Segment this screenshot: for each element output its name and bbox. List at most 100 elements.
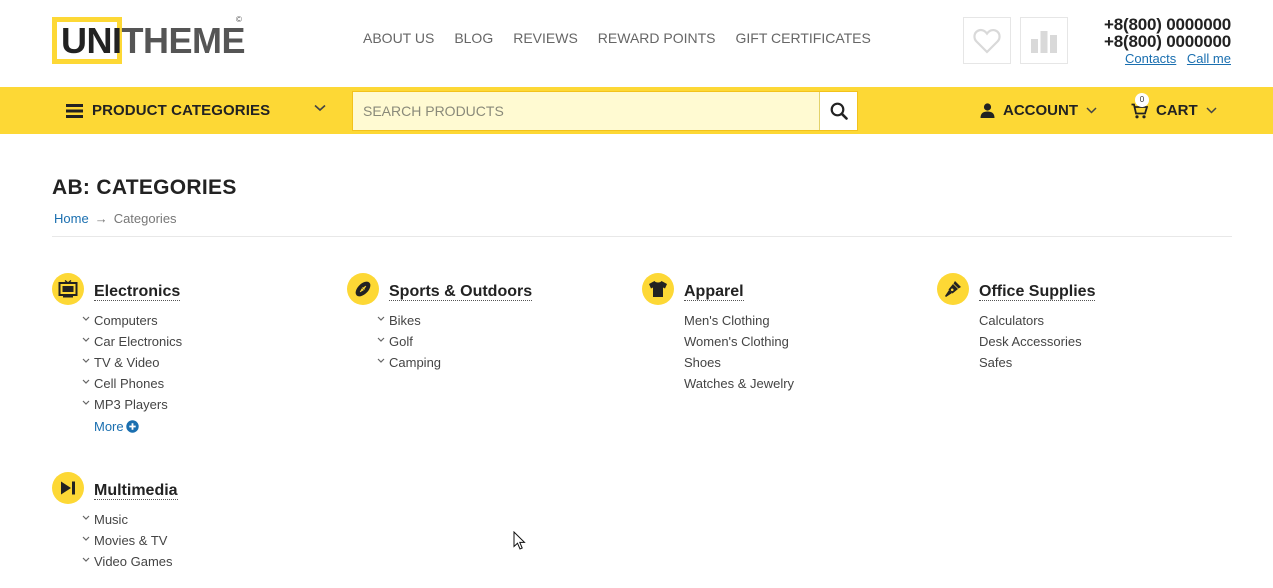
more-label: More: [94, 419, 124, 434]
subcategory-label: Music: [94, 512, 128, 527]
subcategory-car-electronics[interactable]: Car Electronics: [82, 331, 182, 352]
nav-about-us[interactable]: ABOUT US: [363, 30, 434, 46]
category-title-office-supplies[interactable]: Office Supplies: [979, 283, 1096, 301]
chevron-down-icon: [82, 557, 90, 562]
category-header: Apparel: [642, 273, 794, 305]
subcategory-music[interactable]: Music: [82, 509, 178, 530]
logo-text: UNITHEME: [61, 19, 245, 63]
chevron-down-icon: [82, 400, 90, 405]
search-icon: [830, 102, 848, 120]
nav-gift-certificates[interactable]: GIFT CERTIFICATES: [736, 30, 871, 46]
account-label: ACCOUNT: [1003, 102, 1078, 119]
page-title: AB: CATEGORIES: [52, 176, 237, 199]
category-title-apparel[interactable]: Apparel: [684, 283, 744, 301]
subcategory-label: TV & Video: [94, 355, 160, 370]
category-multimedia: Multimedia Music Movies & TV Video Games: [52, 472, 178, 572]
logo-copyright: ©: [236, 15, 242, 24]
nav-blog[interactable]: BLOG: [454, 30, 493, 46]
subcategory-label: Video Games: [94, 554, 173, 569]
contact-links: Contacts Call me: [1104, 51, 1231, 66]
user-icon: [980, 103, 995, 118]
compare-button[interactable]: [1020, 17, 1068, 64]
category-sports-outdoors: Sports & Outdoors Bikes Golf Camping: [347, 273, 533, 373]
category-header: Multimedia: [52, 472, 178, 504]
top-nav: ABOUT US BLOG REVIEWS REWARD POINTS GIFT…: [363, 30, 891, 46]
subcategory-list: Computers Car Electronics TV & Video Cel…: [82, 310, 182, 415]
phone-number-1: +8(800) 0000000: [1104, 15, 1231, 34]
cart-count-badge: 0: [1135, 93, 1149, 107]
subcategory-mp3-players[interactable]: MP3 Players: [82, 394, 182, 415]
nav-reviews[interactable]: REVIEWS: [513, 30, 578, 46]
subcategory-movies-tv[interactable]: Movies & TV: [82, 530, 178, 551]
logo-boxed-text: UNI: [61, 20, 122, 61]
chevron-down-icon: [82, 536, 90, 541]
mouse-cursor-icon: [513, 531, 526, 550]
search-input[interactable]: [353, 92, 820, 130]
subcategory-label: Camping: [389, 355, 442, 370]
subcategory-bikes[interactable]: Bikes: [377, 310, 532, 331]
chevron-down-icon: [82, 358, 90, 363]
subcategory-desk-accessories[interactable]: Desk Accessories: [967, 331, 1095, 352]
site-header: UNITHEME © ABOUT US BLOG REVIEWS REWARD …: [0, 0, 1273, 87]
subcategory-calculators[interactable]: Calculators: [967, 310, 1095, 331]
category-header: Electronics: [52, 273, 182, 305]
product-categories-label: PRODUCT CATEGORIES: [92, 102, 271, 119]
subcategory-cell-phones[interactable]: Cell Phones: [82, 373, 182, 394]
subcategory-video-games[interactable]: Video Games: [82, 551, 178, 572]
bar-chart-icon: [1031, 30, 1057, 53]
subcategory-label: Watches & Jewelry: [684, 376, 795, 391]
category-title-electronics[interactable]: Electronics: [94, 283, 181, 301]
football-icon: [347, 273, 379, 305]
chevron-down-icon: [377, 316, 385, 321]
chevron-down-icon: [1086, 107, 1097, 114]
search-button[interactable]: [819, 92, 857, 130]
cart-menu[interactable]: 0 CART: [1131, 87, 1217, 134]
cart-label: CART: [1156, 102, 1198, 119]
category-header: Office Supplies: [937, 273, 1096, 305]
subcategory-label: Bikes: [389, 313, 421, 328]
subcategory-safes[interactable]: Safes: [967, 352, 1095, 373]
chevron-down-icon: [82, 515, 90, 520]
subcategory-label: Calculators: [979, 313, 1045, 328]
breadcrumb-home[interactable]: Home: [54, 211, 89, 226]
subcategory-label: Movies & TV: [94, 533, 168, 548]
chevron-down-icon: [1206, 107, 1217, 114]
category-title-sports-outdoors[interactable]: Sports & Outdoors: [389, 283, 533, 301]
more-link[interactable]: More: [94, 419, 182, 434]
subcategory-computers[interactable]: Computers: [82, 310, 182, 331]
subcategory-tv-video[interactable]: TV & Video: [82, 352, 182, 373]
account-menu[interactable]: ACCOUNT: [980, 87, 1097, 134]
subcategory-label: Desk Accessories: [979, 334, 1082, 349]
subcategory-label: Cell Phones: [94, 376, 165, 391]
category-apparel: Apparel Men's Clothing Women's Clothing …: [642, 273, 794, 394]
phone-number-2: +8(800) 0000000: [1104, 32, 1231, 51]
tv-icon: [52, 273, 84, 305]
subcategory-camping[interactable]: Camping: [377, 352, 532, 373]
subcategory-shoes[interactable]: Shoes: [672, 352, 794, 373]
product-categories-menu[interactable]: PRODUCT CATEGORIES: [66, 87, 336, 134]
contacts-link[interactable]: Contacts: [1125, 51, 1176, 66]
subcategory-label: Computers: [94, 313, 158, 328]
breadcrumb: Home → Categories: [54, 211, 177, 226]
subcategory-womens-clothing[interactable]: Women's Clothing: [672, 331, 794, 352]
subcategory-watches-jewelry[interactable]: Watches & Jewelry: [672, 373, 794, 394]
subcategory-label: Safes: [979, 355, 1013, 370]
pen-icon: [937, 273, 969, 305]
subcategory-list: Bikes Golf Camping: [377, 310, 532, 373]
breadcrumb-separator: →: [94, 211, 108, 226]
call-me-link[interactable]: Call me: [1187, 51, 1231, 66]
wishlist-button[interactable]: [963, 17, 1011, 64]
subcategory-golf[interactable]: Golf: [377, 331, 532, 352]
subcategory-label: Men's Clothing: [684, 313, 770, 328]
site-logo[interactable]: UNITHEME ©: [52, 15, 245, 65]
chevron-down-icon: [377, 337, 385, 342]
subcategory-label: MP3 Players: [94, 397, 168, 412]
subcategory-label: Golf: [389, 334, 413, 349]
nav-reward-points[interactable]: REWARD POINTS: [598, 30, 716, 46]
category-title-multimedia[interactable]: Multimedia: [94, 482, 178, 500]
subcategory-mens-clothing[interactable]: Men's Clothing: [672, 310, 794, 331]
subcategory-list: Calculators Desk Accessories Safes: [967, 310, 1095, 373]
chevron-down-icon: [82, 379, 90, 384]
subcategory-label: Car Electronics: [94, 334, 183, 349]
plus-circle-icon: [125, 420, 139, 433]
